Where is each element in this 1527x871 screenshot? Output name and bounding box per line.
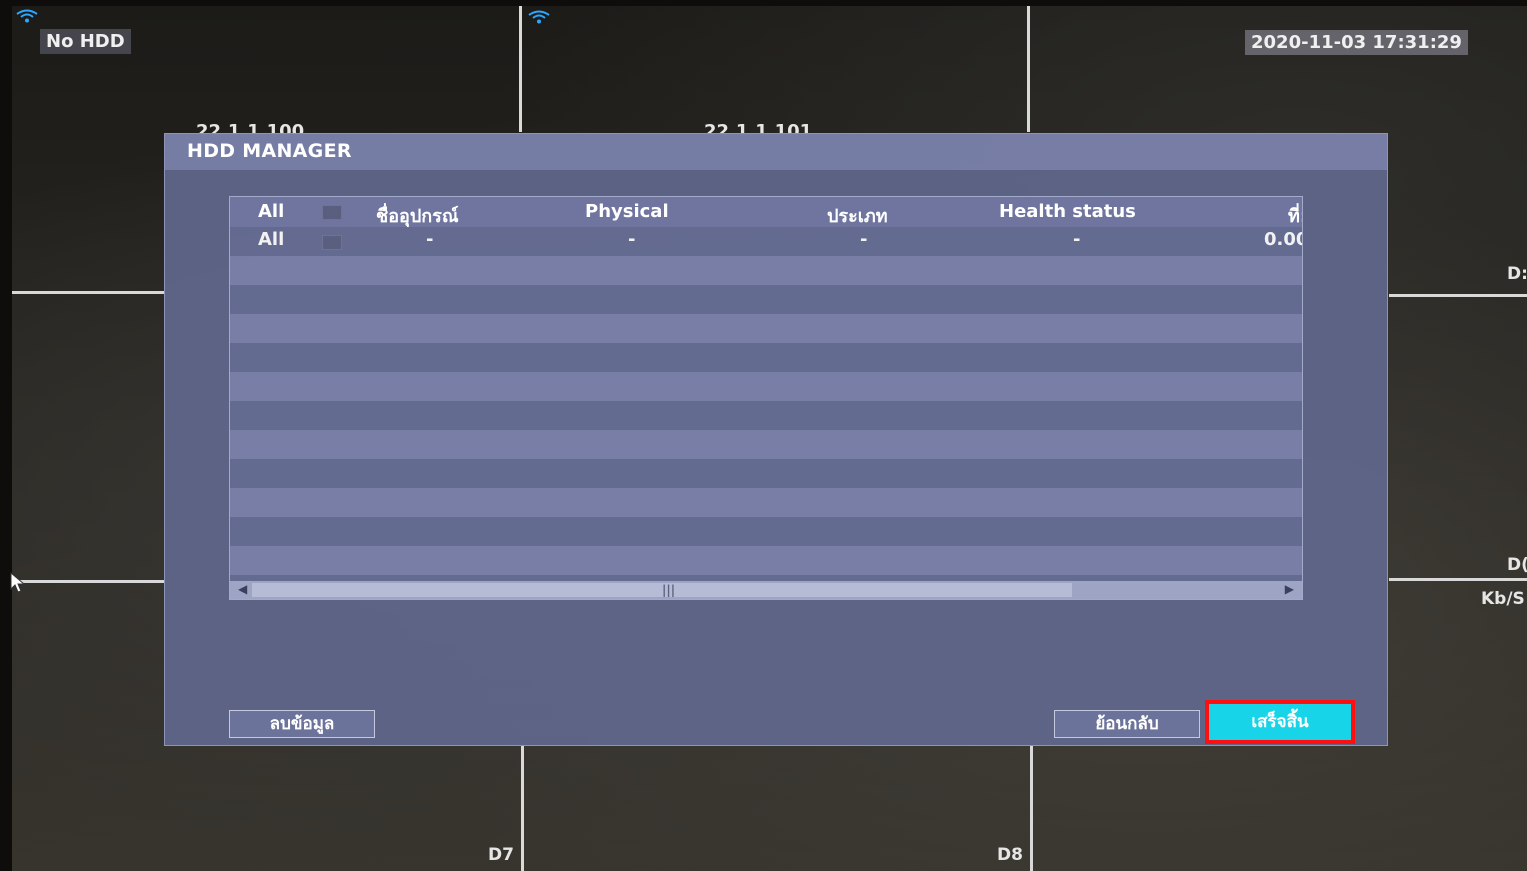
column-header-type: ประเภท (827, 206, 888, 227)
bitrate-unit-label: Kb/S (1481, 589, 1525, 609)
column-header-all: All (258, 201, 285, 222)
column-header-size: ที่: (1288, 206, 1302, 227)
row-size: 0.00 (1264, 229, 1302, 250)
column-header-device-name: ชื่ออุปกรณ์ (376, 206, 459, 227)
channel-label: D8 (997, 845, 1023, 865)
horizontal-scrollbar[interactable]: ◀ ||| ▶ (230, 581, 1302, 599)
table-row (230, 430, 1302, 459)
scrollbar-grip-icon: ||| (662, 583, 676, 597)
scroll-left-icon[interactable]: ◀ (238, 582, 247, 596)
table-row (230, 401, 1302, 430)
row-checkbox[interactable] (322, 235, 342, 250)
row-physical: - (628, 229, 636, 250)
table-row (230, 546, 1302, 575)
channel-label: D7 (488, 845, 514, 865)
row-health-status: - (1073, 229, 1081, 250)
table-row (230, 459, 1302, 488)
table-row (230, 343, 1302, 372)
grid-line (12, 580, 164, 583)
table-row (230, 372, 1302, 401)
column-header-health-status: Health status (999, 201, 1136, 222)
table-row (230, 314, 1302, 343)
row-device-name: - (426, 229, 434, 250)
grid-line (519, 6, 522, 132)
wifi-icon (16, 9, 38, 23)
grid-line (1030, 746, 1033, 871)
scroll-right-icon[interactable]: ▶ (1285, 582, 1294, 596)
table-row (230, 256, 1302, 285)
dialog-titlebar: HDD MANAGER (165, 134, 1387, 170)
row-all-label: All (258, 229, 285, 250)
grid-line (12, 291, 164, 294)
finish-button[interactable]: เสร็จสิ้น (1205, 700, 1355, 744)
table-row (230, 517, 1302, 546)
dialog-title: HDD MANAGER (187, 140, 352, 162)
grid-line (521, 746, 524, 871)
channel-label: D: (1507, 264, 1527, 284)
table-header: All ชื่ออุปกรณ์ Physical ประเภท Health s… (230, 197, 1302, 227)
grid-line (1027, 6, 1030, 132)
channel-label: D( (1507, 555, 1527, 575)
datetime-label: 2020-11-03 17:31:29 (1245, 30, 1468, 55)
table-row (230, 488, 1302, 517)
grid-line (1389, 294, 1527, 297)
select-all-checkbox[interactable] (322, 205, 342, 220)
no-hdd-label: No HDD (40, 29, 131, 54)
wifi-icon (528, 10, 550, 24)
hdd-table: All ชื่ออุปกรณ์ Physical ประเภท Health s… (229, 196, 1303, 600)
row-type: - (860, 229, 868, 250)
table-row[interactable]: All - - - - 0.00 (230, 227, 1302, 256)
back-button[interactable]: ย้อนกลับ (1054, 710, 1200, 738)
mouse-cursor-icon (10, 571, 26, 598)
column-header-physical: Physical (585, 201, 669, 222)
delete-data-button[interactable]: ลบข้อมูล (229, 710, 375, 738)
table-row (230, 285, 1302, 314)
hdd-manager-dialog: HDD MANAGER All ชื่ออุปกรณ์ Physical ประ… (164, 133, 1388, 746)
grid-line (1389, 578, 1527, 581)
